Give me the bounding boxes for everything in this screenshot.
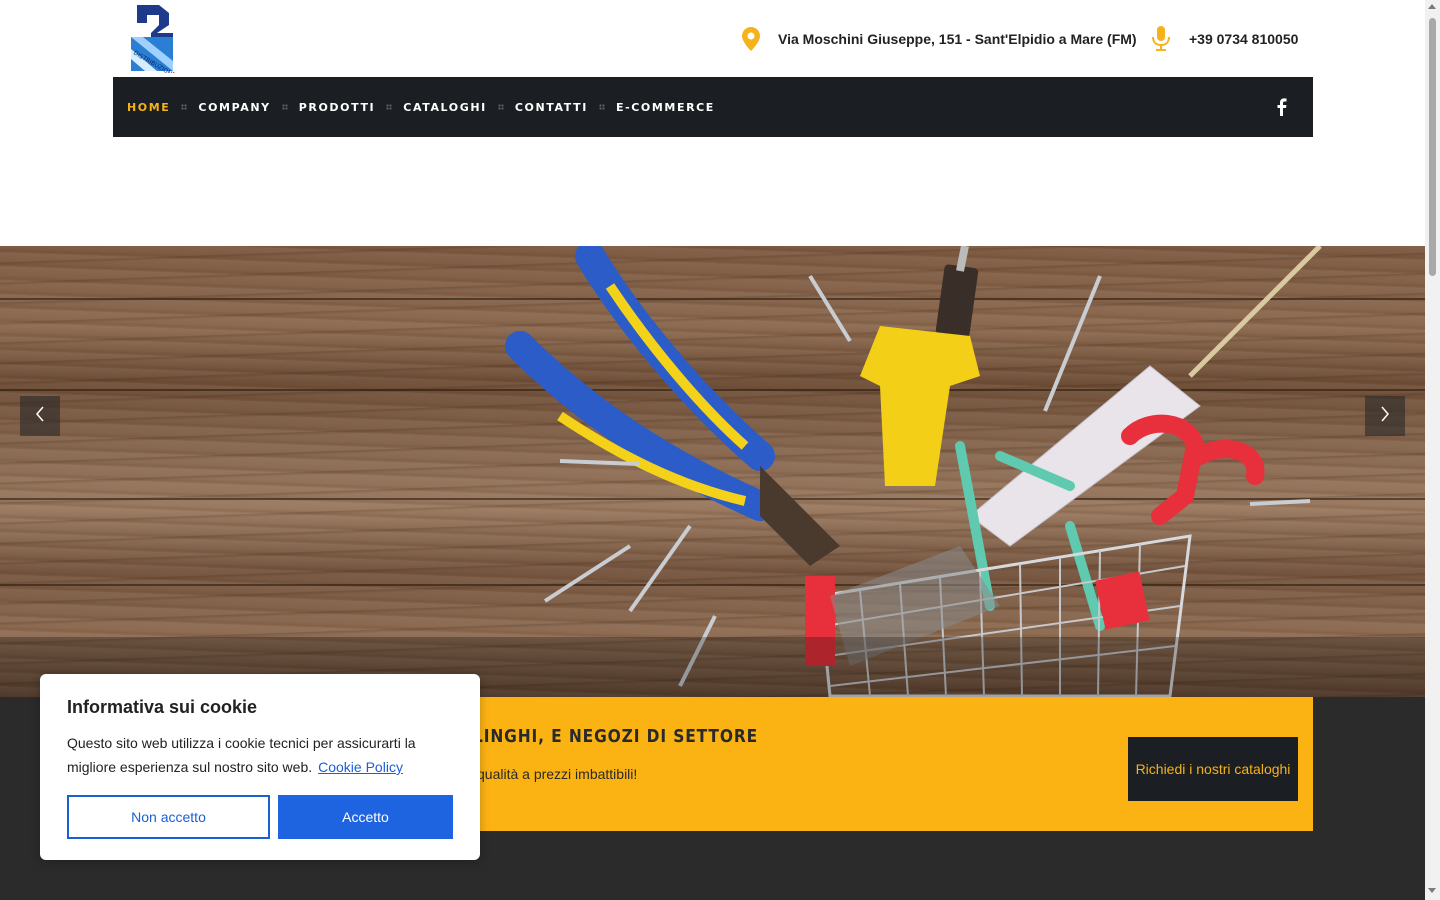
nav-item-prodotti[interactable]: PRODOTTI bbox=[299, 101, 376, 114]
nav-item-contatti[interactable]: CONTATTI bbox=[515, 101, 588, 114]
hero-slider bbox=[0, 246, 1425, 697]
slider-next-button[interactable] bbox=[1365, 396, 1405, 436]
address-text: Via Moschini Giuseppe, 151 - Sant'Elpidi… bbox=[778, 31, 1137, 47]
cookie-title: Informativa sui cookie bbox=[67, 697, 258, 717]
map-pin-icon bbox=[742, 27, 760, 51]
chevron-right-icon bbox=[1380, 406, 1390, 427]
header-phone: +39 0734 810050 bbox=[1151, 24, 1298, 54]
header-address: Via Moschini Giuseppe, 151 - Sant'Elpidi… bbox=[742, 24, 1137, 54]
vertical-scrollbar[interactable] bbox=[1425, 0, 1440, 900]
nav-item-ecommerce[interactable]: E-COMMERCE bbox=[616, 101, 715, 114]
nav-separator bbox=[181, 104, 188, 110]
slider-prev-button[interactable] bbox=[20, 396, 60, 436]
accept-cookies-button[interactable]: Accetto bbox=[278, 795, 453, 839]
cookie-text: Questo sito web utilizza i cookie tecnic… bbox=[67, 731, 457, 779]
scroll-thumb[interactable] bbox=[1429, 18, 1436, 276]
nav-separator bbox=[598, 104, 605, 110]
phone-text[interactable]: +39 0734 810050 bbox=[1189, 31, 1298, 47]
logo[interactable]: DISTRIBUZIONE bbox=[129, 3, 177, 79]
nav-menu: HOME COMPANY PRODOTTI CATALOGHI CONTATTI… bbox=[127, 77, 715, 137]
chevron-left-icon bbox=[35, 406, 45, 427]
promo-title: LINGHI, E NEGOZI DI SETTORE bbox=[473, 726, 759, 747]
promo-subtitle: qualità a prezzi imbattibili! bbox=[477, 766, 638, 782]
nav-item-cataloghi[interactable]: CATALOGHI bbox=[403, 101, 487, 114]
hero-tools-image bbox=[505, 246, 1322, 697]
facebook-icon[interactable] bbox=[1275, 98, 1289, 116]
scroll-up-arrow-icon[interactable] bbox=[1428, 4, 1436, 9]
scroll-down-arrow-icon[interactable] bbox=[1428, 888, 1436, 893]
microphone-icon bbox=[1151, 26, 1171, 52]
nav-item-company[interactable]: COMPANY bbox=[198, 101, 270, 114]
nav-separator bbox=[497, 104, 504, 110]
nav-separator bbox=[281, 104, 288, 110]
main-navbar: HOME COMPANY PRODOTTI CATALOGHI CONTATTI… bbox=[113, 77, 1313, 137]
reject-cookies-button[interactable]: Non accetto bbox=[67, 795, 270, 839]
request-catalogs-button[interactable]: Richiedi i nostri cataloghi bbox=[1128, 737, 1298, 801]
cookie-banner: Informativa sui cookie Questo sito web u… bbox=[40, 674, 480, 860]
nav-item-home[interactable]: HOME bbox=[127, 101, 170, 114]
cookie-policy-link[interactable]: Cookie Policy bbox=[318, 759, 403, 775]
nav-separator bbox=[386, 104, 393, 110]
